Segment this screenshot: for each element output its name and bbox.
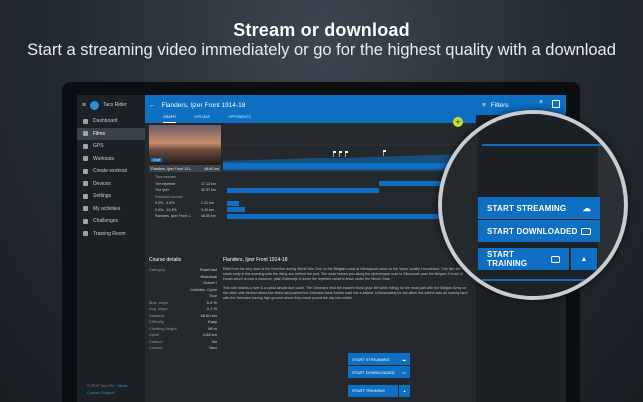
filter-icon: ≡ (482, 101, 486, 109)
chevron-up-icon[interactable]: ▲ (570, 248, 597, 270)
detail-row: Creator Tacx (149, 345, 217, 350)
gear-icon (83, 193, 88, 199)
start-streaming-button[interactable]: START STREAMING ☁ (478, 197, 600, 219)
film-detail: ← Flanders, Ijzer Front 1914-18 GRAPH GP… (145, 95, 476, 402)
course-range-bar (227, 200, 239, 206)
film-icon (83, 131, 88, 137)
sidebar-item-my-activities[interactable]: My activities (77, 203, 145, 216)
start-streaming-button-small[interactable]: START STREAMING ☁ (348, 353, 410, 365)
headline: Stream or download (233, 20, 410, 40)
grid-view-icon[interactable] (552, 100, 560, 108)
course-details: Course details Category Road fast Histori… (149, 257, 217, 352)
course-details-title: Course details (149, 257, 181, 263)
course-range-bar (227, 207, 245, 213)
course-range-bar (227, 187, 379, 193)
back-arrow-icon[interactable]: ← (149, 102, 156, 109)
contact-support-link[interactable]: Contact Support (87, 390, 127, 397)
sidebar-item-create-workout[interactable]: Create workout (77, 165, 145, 178)
thumbnail-caption: Flanders, Ijzer Front 191... 48.60 km (149, 165, 221, 172)
cloud-upload-icon: ☁ (582, 203, 591, 213)
sidebar-item-training-room[interactable]: Training Room (77, 228, 145, 241)
app-name: Tacx Rider (103, 102, 127, 108)
close-icon[interactable]: × (539, 99, 543, 106)
start-downloaded-button[interactable]: START DOWNLOADED (478, 220, 600, 242)
flag-markers (333, 150, 386, 157)
elevation-profile (223, 144, 474, 171)
devices-icon (83, 181, 88, 187)
folder-icon (581, 227, 591, 235)
tacx-logo-icon (90, 100, 100, 110)
course-description: Flanders, Ijzer Front 1914-18 Ride from … (223, 257, 468, 301)
start-training-button-small[interactable]: START TRAINING (348, 384, 398, 397)
sidebar-item-settings[interactable]: Settings (77, 190, 145, 203)
sidebar-item-challenges[interactable]: Challenges (77, 215, 145, 228)
start-options-button-small[interactable]: ▴ (399, 384, 410, 397)
folder-icon (550, 255, 560, 263)
courses-list: Tacx courses The Iepertee 17.13 km The Ij… (149, 174, 474, 220)
sidebar-item-gps[interactable]: GPS (77, 140, 145, 153)
cloud-icon: ☁ (402, 356, 406, 362)
sidebar-item-devices[interactable]: Devices (77, 178, 145, 191)
tab-graph[interactable]: GRAPH (163, 115, 176, 123)
description-paragraph: Ride from the very start of the front li… (223, 267, 463, 281)
start-buttons-small: START STREAMING ☁ START DOWNLOADED ▭ START… (348, 353, 410, 398)
globe-icon (83, 231, 88, 237)
sidebar-footer: © 2019 Tacx BV · About Contact Support (87, 384, 128, 397)
description-paragraph: This ride follows a river & a canal almo… (223, 286, 468, 300)
about-link[interactable]: About (117, 384, 127, 388)
filters-title: Filters (490, 101, 509, 109)
sidebar: ≡ Tacx Rider Dashboard Films GPS Workout… (77, 95, 145, 402)
film-title: Flanders, Ijzer Front 1914-18 (161, 101, 246, 109)
sidebar-header: ≡ Tacx Rider (77, 95, 145, 115)
film-topbar: ← Flanders, Ijzer Front 1914-18 (145, 95, 476, 115)
sidebar-item-workouts[interactable]: Workouts (77, 153, 145, 166)
course-row[interactable]: Flanders, Ijzer Front 1... 48.60 km (149, 213, 474, 220)
tab-opponents[interactable]: OPPONENTS (228, 115, 251, 123)
sidebar-nav: Dashboard Films GPS Workouts Create work… (77, 115, 145, 240)
start-training-button[interactable]: START TRAINING (478, 248, 569, 270)
distance-badge: 4 KM (151, 158, 163, 162)
menu-icon[interactable]: ≡ (82, 102, 86, 109)
tab-gps-map[interactable]: GPS MAP (194, 115, 210, 123)
sidebar-item-dashboard[interactable]: Dashboard (77, 115, 145, 128)
film-tabs: GRAPH GPS MAP OPPONENTS (145, 115, 476, 123)
sidebar-item-films[interactable]: Films (77, 127, 145, 140)
description-title: Flanders, Ijzer Front 1914-18 (223, 257, 288, 263)
magnifier-callout: START STREAMING ☁ START DOWNLOADED START… (438, 110, 628, 300)
gps-icon (83, 143, 88, 149)
activities-icon (83, 206, 88, 212)
start-downloaded-button-small[interactable]: START DOWNLOADED ▭ (348, 366, 410, 378)
trophy-icon (83, 218, 88, 224)
profile-progress-bar (223, 163, 474, 169)
course-range-bar (227, 213, 474, 219)
workout-icon (83, 156, 88, 162)
folder-icon: ▭ (402, 369, 406, 375)
subline: Start a streaming video immediately or g… (27, 41, 616, 59)
dashboard-icon (83, 118, 88, 124)
pencil-icon (83, 168, 88, 174)
